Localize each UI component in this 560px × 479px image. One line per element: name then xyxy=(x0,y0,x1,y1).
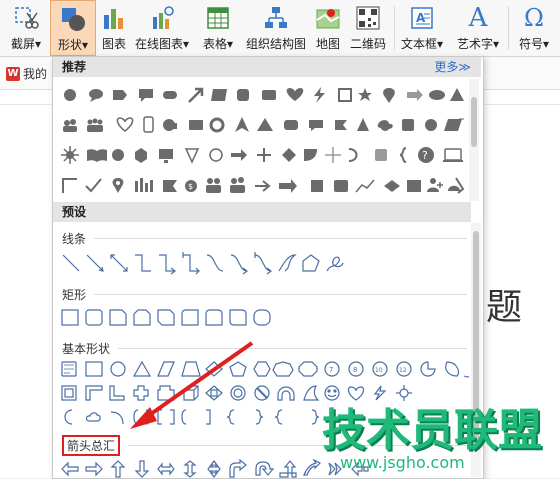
shapes-icon xyxy=(58,5,88,33)
chart-icon xyxy=(99,4,129,32)
wps-logo-icon: W xyxy=(6,66,20,81)
shapes-label: 形状▾ xyxy=(57,38,89,52)
org-chart-label: 组织结构图 xyxy=(245,37,306,51)
screenshot-label: 截屏▾ xyxy=(10,37,42,51)
table-button[interactable]: 表格▾ xyxy=(196,0,240,56)
ribbon-separator xyxy=(394,6,395,50)
basic-glyph-8: 8 xyxy=(353,366,357,374)
recommended-title: 推荐 xyxy=(62,60,87,74)
watermark-main: 技术员联盟 xyxy=(322,405,542,456)
basic-glyph-12: 12 xyxy=(399,367,407,374)
wordart-button[interactable]: A 艺术字▾ xyxy=(452,0,504,56)
online-chart-button[interactable]: 在线图表▾ xyxy=(132,0,192,56)
recommended-shapes-grid[interactable]: ? $ xyxy=(59,81,465,201)
basic-glyph-7: 7 xyxy=(329,366,333,374)
qrcode-icon xyxy=(353,4,383,32)
online-chart-label: 在线图表▾ xyxy=(134,37,190,51)
document-tab-label: 我的 xyxy=(23,67,48,81)
scissors-icon xyxy=(11,4,41,32)
textbox-icon: A xyxy=(407,4,437,32)
map-button[interactable]: 地图 xyxy=(312,0,344,56)
wordart-glyph: A xyxy=(468,3,488,33)
watermark-url: www.jsgho.com xyxy=(340,453,465,472)
ribbon-separator xyxy=(508,6,509,50)
lines-category-label: 线条 xyxy=(62,230,467,247)
basic-glyph-10: 10 xyxy=(375,367,383,374)
wordart-icon: A xyxy=(463,4,493,32)
more-link[interactable]: 更多≫ xyxy=(434,57,471,77)
shapes-button[interactable]: 形状▾ xyxy=(50,0,96,56)
recommended-scroll-thumb[interactable] xyxy=(471,97,477,147)
svg-text:?: ? xyxy=(422,149,428,162)
symbol-label: 符号▾ xyxy=(518,37,550,51)
qrcode-label: 二维码 xyxy=(349,37,386,51)
table-icon xyxy=(203,4,233,32)
lines-shapes-grid[interactable] xyxy=(59,251,359,275)
online-chart-icon xyxy=(147,4,177,32)
watermark: 技术员联盟 www.jsgho.com xyxy=(322,408,542,472)
rectangles-shapes-grid[interactable] xyxy=(59,307,399,329)
chart-label: 图表 xyxy=(101,37,126,51)
insert-ribbon: 截屏▾ 形状▾ 图表 在线图表▾ 表格▾ 组织结构图 地图 二维码 A 文本框▾… xyxy=(0,0,560,57)
wordart-label: 艺术字▾ xyxy=(456,37,500,51)
presets-header: 预设 xyxy=(53,202,471,222)
symbol-button[interactable]: Ω 符号▾ xyxy=(512,0,556,56)
symbol-glyph: Ω xyxy=(524,4,544,32)
recommended-scrollbar[interactable] xyxy=(469,79,479,201)
textbox-button[interactable]: A 文本框▾ xyxy=(398,0,446,56)
qrcode-button[interactable]: 二维码 xyxy=(346,0,390,56)
rectangles-category-label: 矩形 xyxy=(62,286,467,303)
recommended-header: 推荐 更多≫ xyxy=(53,57,481,77)
chart-button[interactable]: 图表 xyxy=(98,0,130,56)
document-tab[interactable]: W 我的 xyxy=(6,65,47,82)
screenshot-button[interactable]: 截屏▾ xyxy=(4,0,48,56)
map-label: 地图 xyxy=(315,37,340,51)
svg-text:$: $ xyxy=(188,182,193,191)
basic-shapes-category-label: 基本形状 xyxy=(62,340,467,357)
org-chart-button[interactable]: 组织结构图 xyxy=(244,0,308,56)
textbox-label: 文本框▾ xyxy=(400,37,444,51)
map-icon xyxy=(313,4,343,32)
symbol-icon: Ω xyxy=(519,4,549,32)
org-chart-icon xyxy=(261,4,291,32)
table-label: 表格▾ xyxy=(202,37,234,51)
document-title-text: 题 xyxy=(486,287,523,328)
presets-title: 预设 xyxy=(62,205,87,219)
